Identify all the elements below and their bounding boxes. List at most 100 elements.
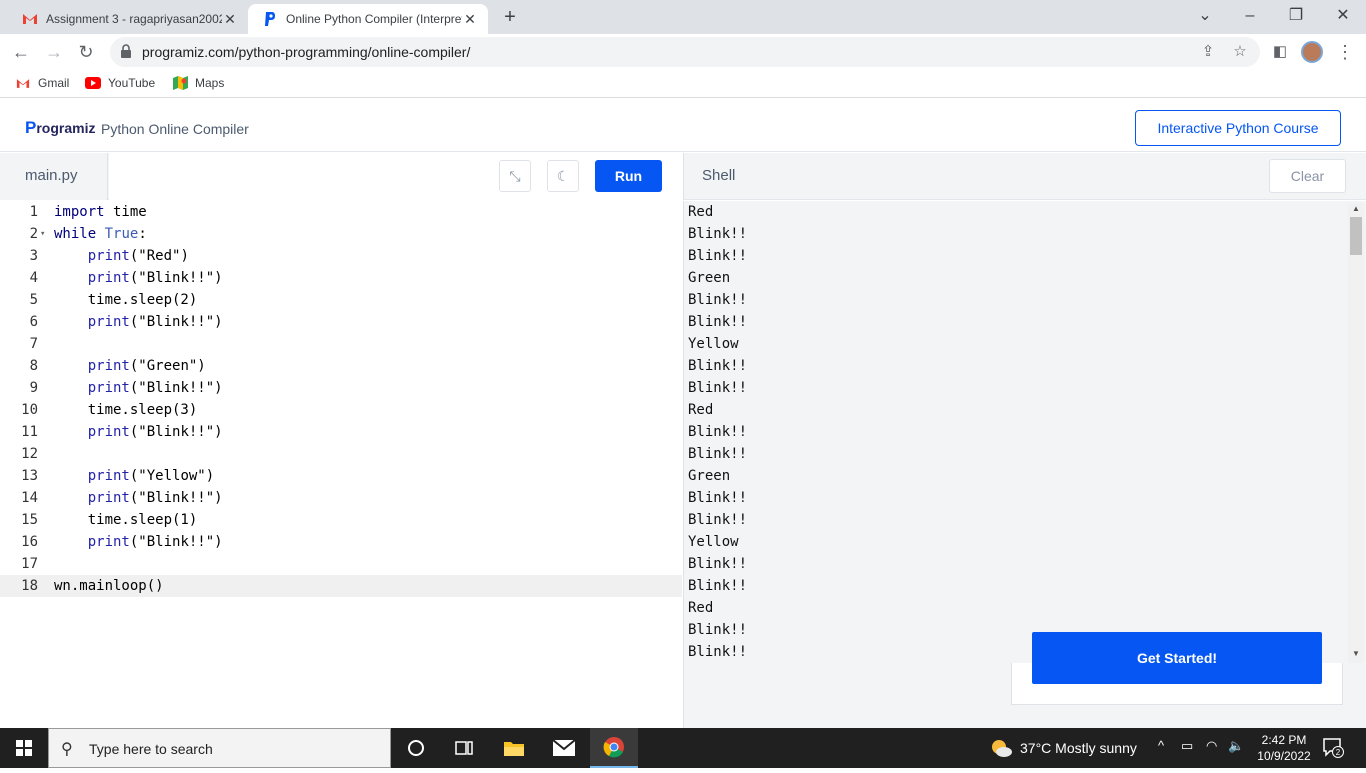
- line-number: 7: [29, 336, 38, 352]
- code-line[interactable]: 8 print("Green"): [0, 355, 682, 377]
- browser-toolbar: ← → ↻ programiz.com/python-programming/o…: [0, 34, 1366, 70]
- editor-toolbar: main.py ⤡ ☾ Run: [0, 153, 682, 200]
- shell-scrollbar[interactable]: ▲ ▼: [1348, 203, 1364, 663]
- run-button[interactable]: Run: [595, 160, 662, 192]
- file-explorer-icon[interactable]: [490, 728, 538, 768]
- code-line[interactable]: 16 print("Blink!!"): [0, 531, 682, 553]
- code-line[interactable]: 15 time.sleep(1): [0, 509, 682, 531]
- tab-programiz[interactable]: Online Python Compiler (Interpreter) ✕: [248, 4, 488, 34]
- cortana-icon[interactable]: [392, 728, 440, 768]
- line-number: 13: [21, 468, 38, 484]
- code-line[interactable]: 1 import time: [0, 201, 682, 223]
- browser-tab-strip: Assignment 3 - ragapriyasan2002 ✕ Online…: [0, 0, 1366, 34]
- get-started-button[interactable]: Get Started!: [1032, 632, 1322, 684]
- line-number: 14: [21, 490, 38, 506]
- programiz-icon: [262, 11, 278, 27]
- task-view-icon[interactable]: [440, 728, 488, 768]
- bookmark-maps[interactable]: Maps: [172, 76, 224, 90]
- system-clock[interactable]: 2:42 PM 10/9/2022: [1252, 732, 1316, 764]
- fullscreen-icon[interactable]: ⤡: [499, 160, 531, 192]
- site-header: Programiz Python Online Compiler Interac…: [0, 102, 1366, 152]
- line-number: 1: [29, 204, 38, 220]
- shell-output-line: Blink!!: [688, 314, 748, 330]
- code-line[interactable]: 12: [0, 443, 682, 465]
- code-line[interactable]: 14 print("Blink!!"): [0, 487, 682, 509]
- code-line[interactable]: 4 print("Blink!!"): [0, 267, 682, 289]
- code-line[interactable]: 3 print("Red"): [0, 245, 682, 267]
- taskbar-search[interactable]: ⚲ Type here to search: [48, 728, 391, 768]
- shell-output-line: Blink!!: [688, 512, 748, 528]
- bookmarks-bar: Gmail YouTube Maps: [0, 70, 1366, 98]
- close-tab-icon[interactable]: ✕: [462, 11, 478, 28]
- file-tab-main-py[interactable]: main.py: [0, 153, 108, 200]
- code-line[interactable]: 6 print("Blink!!"): [0, 311, 682, 333]
- scroll-up-arrow-icon[interactable]: ▲: [1351, 204, 1361, 213]
- weather-widget[interactable]: 37°C Mostly sunny: [990, 738, 1137, 758]
- bookmark-star-icon[interactable]: ☆: [1230, 42, 1250, 62]
- back-arrow-icon[interactable]: ←: [9, 40, 33, 64]
- chrome-icon[interactable]: [590, 728, 638, 768]
- code-line[interactable]: 2 ▾ while True:: [0, 223, 682, 245]
- tab-search-chevron-icon[interactable]: ⌄: [1193, 4, 1217, 28]
- programiz-logo[interactable]: Programiz: [25, 118, 95, 138]
- bookmark-label: YouTube: [108, 76, 156, 90]
- scroll-down-arrow-icon[interactable]: ▼: [1351, 649, 1361, 658]
- side-panel-icon[interactable]: ◧: [1270, 42, 1290, 62]
- url-text: programiz.com/python-programming/online-…: [142, 44, 471, 60]
- fold-arrow-icon[interactable]: ▾: [40, 223, 50, 245]
- search-placeholder: Type here to search: [89, 741, 213, 757]
- forward-arrow-icon[interactable]: →: [42, 40, 66, 64]
- dark-mode-moon-icon[interactable]: ☾: [547, 160, 579, 192]
- mail-icon[interactable]: [540, 728, 588, 768]
- profile-avatar[interactable]: [1301, 41, 1323, 63]
- code-line[interactable]: 5 time.sleep(2): [0, 289, 682, 311]
- code-line[interactable]: 10 time.sleep(3): [0, 399, 682, 421]
- reload-icon[interactable]: ↻: [74, 40, 98, 64]
- browser-menu-icon[interactable]: ⋮: [1335, 40, 1355, 64]
- interactive-course-button[interactable]: Interactive Python Course: [1135, 110, 1341, 146]
- new-tab-button[interactable]: +: [498, 6, 522, 30]
- search-icon: ⚲: [61, 741, 73, 758]
- bookmark-youtube[interactable]: YouTube: [85, 76, 155, 90]
- code-editor[interactable]: 1 import time 2 ▾ while True: 3 print("Red") 4 p…: [0, 201, 682, 728]
- clear-button[interactable]: Clear: [1269, 159, 1346, 193]
- windows-start-icon[interactable]: [0, 728, 48, 768]
- shell-output-line: Blink!!: [688, 358, 748, 374]
- code-line[interactable]: 7: [0, 333, 682, 355]
- shell-output-line: Blink!!: [688, 248, 748, 264]
- minimize-icon[interactable]: –: [1238, 4, 1262, 28]
- show-hidden-icons-chevron-icon[interactable]: ^: [1158, 738, 1164, 753]
- tab-gmail[interactable]: Assignment 3 - ragapriyasan2002 ✕: [8, 4, 248, 34]
- volume-icon[interactable]: 🔈: [1228, 738, 1244, 754]
- code-line[interactable]: 18 wn.mainloop(): [0, 575, 682, 597]
- code-text: print("Blink!!"): [87, 380, 223, 396]
- line-number: 3: [29, 248, 38, 264]
- address-bar[interactable]: programiz.com/python-programming/online-…: [110, 37, 1260, 67]
- shell-output-line: Green: [688, 270, 731, 286]
- restore-icon[interactable]: ❐: [1284, 4, 1308, 28]
- code-text: import time: [54, 204, 147, 220]
- scroll-thumb[interactable]: [1350, 217, 1362, 255]
- wifi-icon[interactable]: ◠: [1206, 738, 1217, 754]
- code-line[interactable]: 9 print("Blink!!"): [0, 377, 682, 399]
- code-line[interactable]: 11 print("Blink!!"): [0, 421, 682, 443]
- bookmark-gmail[interactable]: Gmail: [15, 76, 69, 90]
- battery-icon[interactable]: ▭: [1181, 738, 1193, 754]
- share-icon[interactable]: ⇪: [1198, 42, 1218, 62]
- weather-sun-icon: [992, 740, 1012, 757]
- notification-center-icon[interactable]: 2: [1322, 736, 1344, 758]
- close-window-icon[interactable]: ✕: [1331, 4, 1355, 28]
- maps-icon: [172, 76, 188, 90]
- shell-output-line: Blink!!: [688, 226, 748, 242]
- line-number: 16: [21, 534, 38, 550]
- code-text: print("Blink!!"): [87, 490, 223, 506]
- code-line[interactable]: 17: [0, 553, 682, 575]
- line-number: 15: [21, 512, 38, 528]
- line-number: 18: [21, 578, 38, 594]
- line-number: 6: [29, 314, 38, 330]
- shell-output-line: Blink!!: [688, 380, 748, 396]
- code-line[interactable]: 13 print("Yellow"): [0, 465, 682, 487]
- shell-toolbar: Shell Clear: [683, 153, 1366, 200]
- close-tab-icon[interactable]: ✕: [222, 11, 238, 28]
- shell-output-line: Blink!!: [688, 578, 748, 594]
